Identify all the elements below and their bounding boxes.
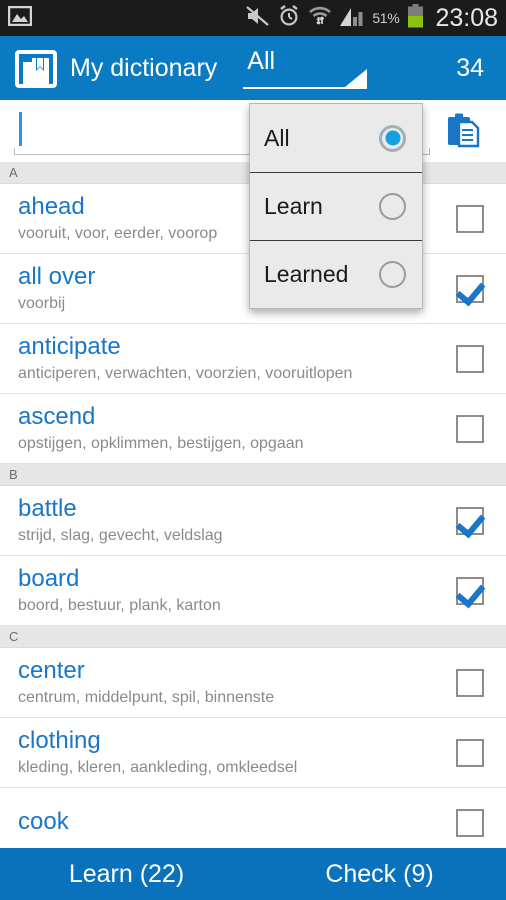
list-item-checkbox-cell[interactable] bbox=[434, 808, 506, 837]
list-item[interactable]: anticipate anticiperen, verwachten, voorz… bbox=[0, 324, 506, 394]
bottom-action-bar: Learn (22) Check (9) bbox=[0, 848, 506, 900]
chevron-down-icon bbox=[345, 69, 368, 87]
filter-option-label: All bbox=[264, 124, 290, 151]
page-title: My dictionary bbox=[70, 53, 218, 82]
list-item-word: center bbox=[18, 657, 85, 684]
list-item-text: anticipate anticiperen, verwachten, voorz… bbox=[0, 332, 434, 385]
list-item-word: battle bbox=[18, 495, 77, 522]
book-bookmark-icon bbox=[14, 46, 58, 90]
list-item-translation: strijd, slag, gevecht, veldslag bbox=[18, 527, 223, 544]
checkbox-checked-icon[interactable] bbox=[456, 506, 484, 535]
checkbox-unchecked-icon[interactable] bbox=[456, 668, 484, 697]
checkbox-checked-icon[interactable] bbox=[456, 274, 484, 303]
list-item-translation: opstijgen, opklimmen, bestijgen, opgaan bbox=[18, 435, 304, 452]
learn-button[interactable]: Learn (22) bbox=[0, 848, 253, 900]
list-item-translation: centrum, middelpunt, spil, binnenste bbox=[18, 689, 275, 706]
filter-option-label: Learn bbox=[264, 193, 323, 219]
checkbox-unchecked-icon[interactable] bbox=[456, 414, 484, 443]
filter-dropdown-menu[interactable]: All Learn Learned bbox=[249, 103, 423, 309]
checkbox-unchecked-icon[interactable] bbox=[456, 344, 484, 373]
status-bar-notifications bbox=[7, 5, 33, 31]
filter-option[interactable]: All bbox=[250, 104, 422, 172]
filter-spinner-underline bbox=[243, 87, 368, 89]
filter-spinner[interactable]: All bbox=[243, 45, 368, 91]
mute-icon bbox=[245, 4, 270, 33]
radio-unselected-icon[interactable] bbox=[379, 193, 406, 220]
radio-selected-icon[interactable] bbox=[379, 124, 406, 152]
filter-spinner-label: All bbox=[247, 47, 276, 75]
list-item-word: clothing bbox=[18, 727, 101, 754]
list-item-text: battle strijd, slag, gevecht, veldslag bbox=[0, 494, 434, 547]
section-header: C bbox=[0, 626, 506, 648]
filter-option[interactable]: Learned bbox=[250, 240, 422, 308]
list-item-word: cook bbox=[18, 808, 69, 835]
list-item[interactable]: battle strijd, slag, gevecht, veldslag bbox=[0, 486, 506, 556]
section-header: B bbox=[0, 464, 506, 486]
filter-option[interactable]: Learn bbox=[250, 172, 422, 240]
check-button[interactable]: Check (9) bbox=[253, 848, 506, 900]
checkbox-unchecked-icon[interactable] bbox=[456, 738, 484, 767]
action-bar: My dictionary All 34 bbox=[0, 36, 506, 100]
list-item-translation: kleding, kleren, aankleding, omkleedsel bbox=[18, 759, 298, 776]
list-item-checkbox-cell[interactable] bbox=[434, 738, 506, 767]
list-item-word: ascend bbox=[18, 403, 96, 430]
list-item-text: board boord, bestuur, plank, karton bbox=[0, 564, 434, 617]
clipboard-paste-icon[interactable] bbox=[440, 108, 486, 154]
word-count-label: 34 bbox=[456, 53, 484, 82]
list-item-translation: boord, bestuur, plank, karton bbox=[18, 597, 221, 614]
checkbox-unchecked-icon[interactable] bbox=[456, 808, 484, 837]
checkbox-checked-icon[interactable] bbox=[456, 576, 484, 605]
list-item-checkbox-cell[interactable] bbox=[434, 506, 506, 535]
image-icon bbox=[7, 5, 33, 31]
list-item-translation: anticiperen, verwachten, voorzien, vooru… bbox=[18, 365, 353, 382]
alarm-icon bbox=[277, 4, 301, 33]
battery-icon bbox=[407, 3, 424, 33]
list-item-text: cook bbox=[0, 807, 434, 838]
filter-option-label: Learned bbox=[264, 261, 349, 287]
checkbox-unchecked-icon[interactable] bbox=[456, 204, 484, 233]
app-root: 51% 23:08 My dictionary All 34 A ahead v… bbox=[0, 0, 506, 900]
list-item-text: ascend opstijgen, opklimmen, bestijgen, o… bbox=[0, 402, 434, 455]
wifi-icon bbox=[308, 4, 332, 33]
status-bar: 51% 23:08 bbox=[0, 0, 506, 36]
list-item-checkbox-cell[interactable] bbox=[434, 576, 506, 605]
list-item[interactable]: clothing kleding, kleren, aankleding, omk… bbox=[0, 718, 506, 788]
list-item-checkbox-cell[interactable] bbox=[434, 274, 506, 303]
radio-unselected-icon[interactable] bbox=[379, 261, 406, 288]
list-item[interactable]: cook bbox=[0, 788, 506, 850]
list-item-text: center centrum, middelpunt, spil, binnens… bbox=[0, 656, 434, 709]
clock-label: 23:08 bbox=[435, 3, 498, 32]
list-item-checkbox-cell[interactable] bbox=[434, 668, 506, 697]
signal-icon bbox=[339, 5, 365, 32]
list-item-text: clothing kleding, kleren, aankleding, omk… bbox=[0, 726, 434, 779]
list-item-word: board bbox=[18, 565, 80, 592]
list-item[interactable]: center centrum, middelpunt, spil, binnens… bbox=[0, 648, 506, 718]
list-item-word: anticipate bbox=[18, 333, 121, 360]
list-item-checkbox-cell[interactable] bbox=[434, 204, 506, 233]
list-item[interactable]: ascend opstijgen, opklimmen, bestijgen, o… bbox=[0, 394, 506, 464]
list-item-checkbox-cell[interactable] bbox=[434, 344, 506, 373]
status-bar-system-icons: 51% 23:08 bbox=[245, 3, 498, 33]
list-item[interactable]: board boord, bestuur, plank, karton bbox=[0, 556, 506, 626]
list-item-checkbox-cell[interactable] bbox=[434, 414, 506, 443]
battery-percent-label: 51% bbox=[372, 10, 400, 26]
